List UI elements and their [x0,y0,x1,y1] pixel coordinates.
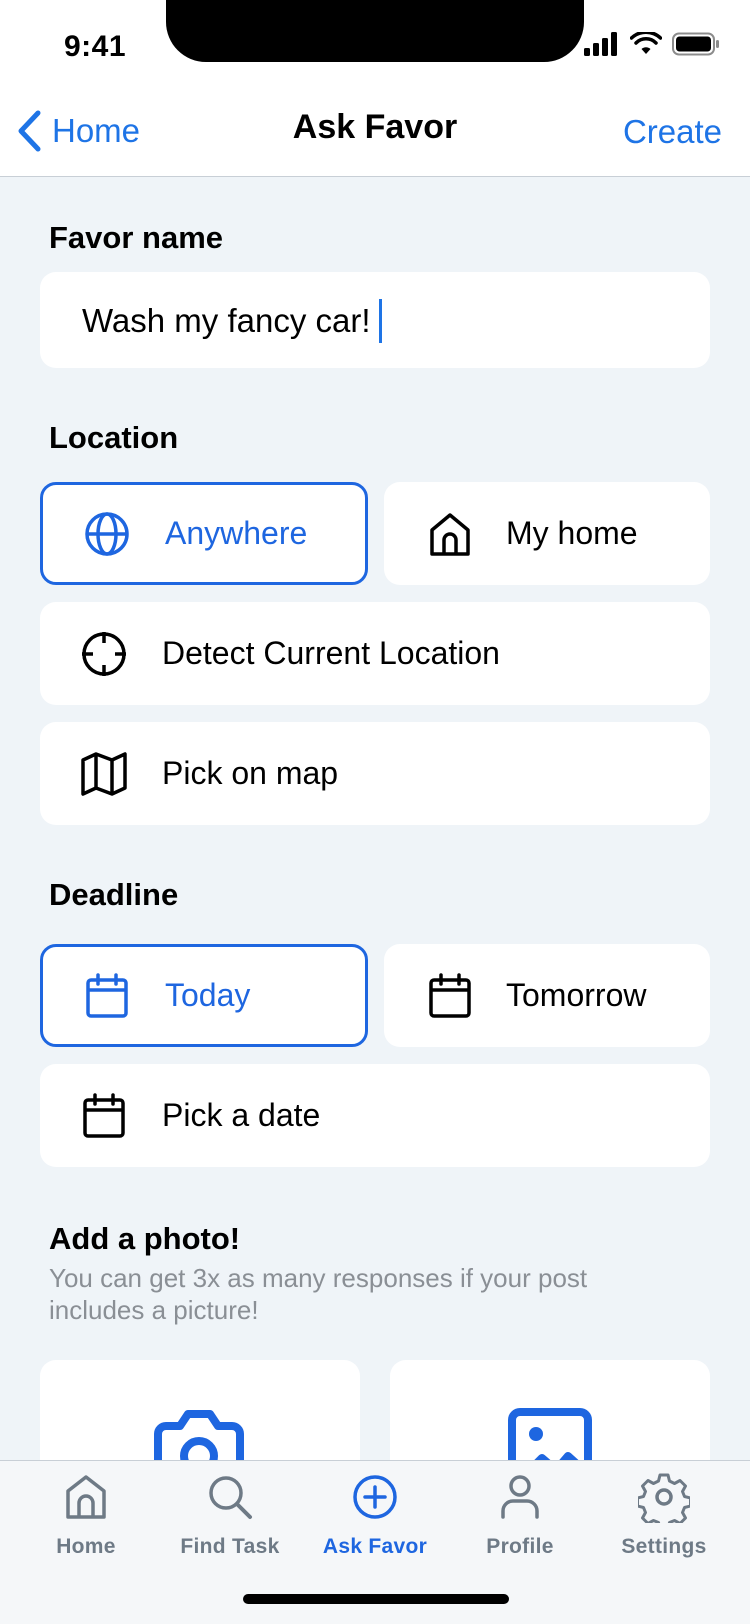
calendar-icon [429,972,471,1018]
tab-find-task-label: Find Task [180,1535,280,1558]
home-indicator [243,1594,509,1604]
status-bar: 9:41 [0,0,750,100]
crosshair-icon [82,631,126,676]
status-time: 9:41 [64,30,127,63]
deadline-today-label: Today [165,977,251,1013]
calendar-icon [86,972,128,1018]
signal-icon [584,32,617,56]
phone-screen: 9:41 Home Ask Favor Create Favor name Wa… [0,0,750,1624]
wifi-icon [630,32,662,54]
battery-icon [672,32,719,56]
house-icon [430,512,470,556]
tab-settings-label: Settings [621,1535,707,1558]
calendar-icon [83,1092,125,1138]
location-pick-map-option[interactable]: Pick on map [40,722,710,825]
deadline-tomorrow-label: Tomorrow [506,977,647,1013]
favor-name-label: Favor name [49,220,224,255]
notch [166,0,584,62]
create-button[interactable]: Create [623,113,722,151]
favor-name-input[interactable]: Wash my fancy car! [40,272,710,368]
navigation-bar: Home Ask Favor Create [0,100,750,177]
tab-profile[interactable]: Profile [455,1471,585,1559]
gear-icon [638,1473,690,1523]
location-detect-option[interactable]: Detect Current Location [40,602,710,705]
deadline-today-option[interactable]: Today [40,944,368,1047]
person-icon [501,1475,539,1519]
deadline-pick-date-option[interactable]: Pick a date [40,1064,710,1167]
home-tab-icon [66,1475,106,1519]
text-caret [378,299,382,343]
location-label: Location [49,420,179,455]
location-anywhere-label: Anywhere [165,515,308,551]
plus-circle-icon [353,1475,397,1519]
deadline-tomorrow-option[interactable]: Tomorrow [384,944,710,1047]
location-my-home-label: My home [506,515,638,551]
tab-settings[interactable]: Settings [599,1471,729,1559]
location-pick-map-label: Pick on map [162,755,339,791]
tab-home-label: Home [56,1535,116,1558]
map-icon [81,751,127,796]
search-icon [209,1476,252,1519]
favor-name-text: Wash my fancy car! [82,302,371,339]
photo-label: Add a photo! [49,1221,241,1256]
location-anywhere-option[interactable]: Anywhere [40,482,368,585]
tab-profile-label: Profile [486,1535,554,1558]
tab-ask-favor-label: Ask Favor [322,1535,428,1558]
tab-find-task[interactable]: Find Task [165,1471,295,1559]
location-detect-label: Detect Current Location [162,635,500,671]
tab-ask-favor[interactable]: Ask Favor [310,1471,440,1559]
deadline-label: Deadline [49,877,179,912]
photo-subtitle: You can get 3x as many responses if your… [49,1263,588,1325]
tab-home[interactable]: Home [21,1471,151,1559]
favor-name-value: Wash my fancy car! [82,299,382,343]
deadline-pick-date-label: Pick a date [162,1097,321,1133]
status-icons [584,32,720,56]
location-my-home-option[interactable]: My home [384,482,710,585]
globe-icon [85,511,129,556]
